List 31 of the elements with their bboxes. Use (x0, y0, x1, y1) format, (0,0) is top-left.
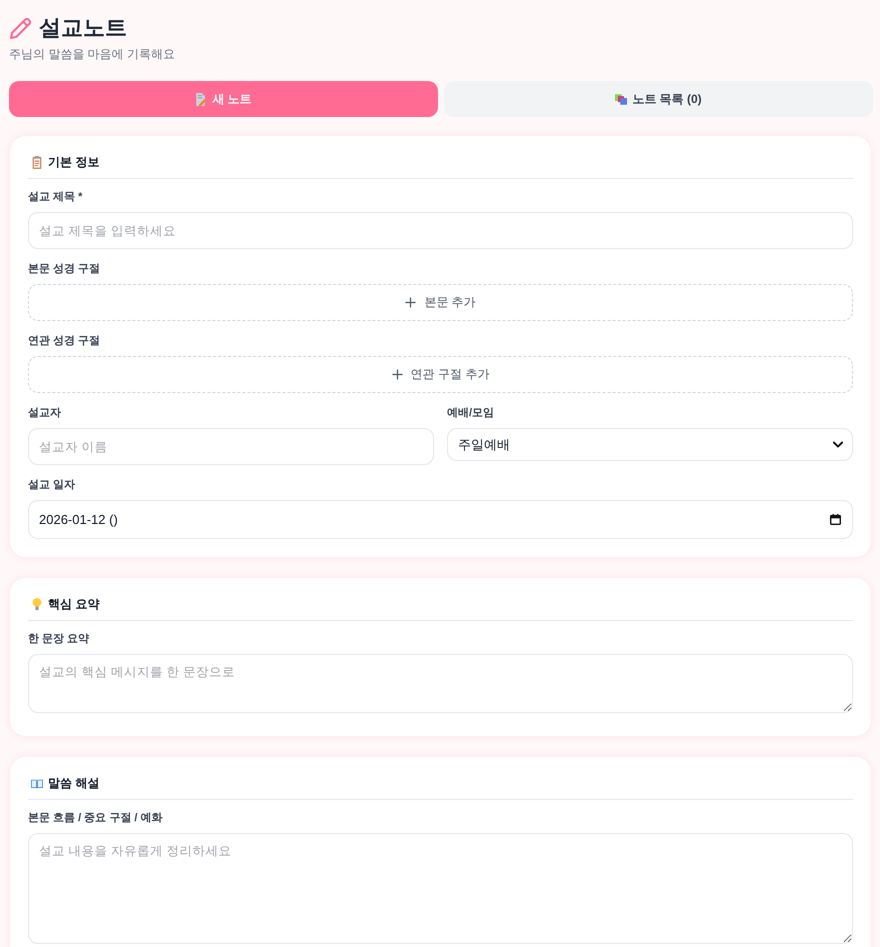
app-subtitle: 주님의 말씀을 마음에 기록해요 (9, 46, 176, 62)
clipboard-icon (31, 156, 43, 168)
add-button[interactable]: 본문 추가 (28, 284, 853, 321)
field-label: 예배/모임 (447, 406, 496, 420)
pencil-icon (10, 18, 31, 38)
section-title: 말씀 해설 (48, 775, 100, 791)
lightbulb-icon (31, 598, 43, 610)
app-title: 설교노트 (39, 14, 127, 42)
input-field[interactable]: 설교자 이름 (28, 428, 434, 465)
plus-icon (392, 369, 403, 380)
chevron-down-icon (833, 441, 843, 448)
section-title: 기본 정보 (48, 154, 100, 170)
select-field[interactable]: 주일예배 (447, 428, 853, 461)
books-icon (615, 92, 628, 106)
field-label: 한 문장 요약 (28, 632, 90, 646)
section-title: 핵심 요약 (48, 596, 100, 612)
add-button[interactable]: 연관 구절 추가 (28, 356, 853, 393)
calendar-icon (830, 514, 841, 525)
field-label: 본문 성경 구절 (28, 262, 102, 276)
memo-icon (195, 92, 208, 106)
field-label: 설교 일자 (28, 478, 76, 492)
field-label: 설교 제목 * (28, 190, 84, 204)
textarea-field[interactable]: 설교의 핵심 메시지를 한 문장으로 (28, 654, 853, 713)
field-label: 본문 흐름 / 중요 구절 / 예화 (28, 811, 164, 825)
tab[interactable]: 노트 목록 (0) (444, 81, 873, 117)
date-field[interactable]: 2026-01-12 () (28, 500, 853, 539)
textarea-field[interactable]: 설교 내용을 자유롭게 정리하세요 (28, 833, 853, 944)
field-label: 설교자 (28, 406, 62, 420)
input-field[interactable]: 설교 제목을 입력하세요 (28, 212, 853, 249)
plus-icon (405, 297, 416, 308)
field-label: 연관 성경 구절 (28, 334, 102, 348)
